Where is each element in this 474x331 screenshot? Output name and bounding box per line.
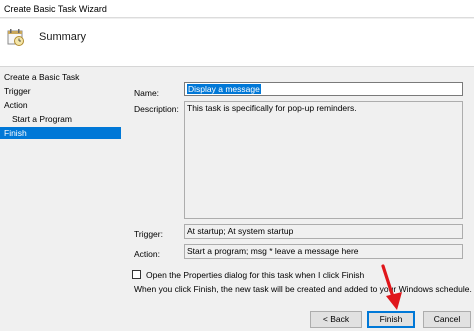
trigger-value: At startup; At system startup	[187, 226, 294, 236]
description-value: This task is specifically for pop-up rem…	[187, 103, 357, 113]
name-label: Name:	[134, 88, 160, 98]
action-value: Start a program; msg * leave a message h…	[187, 246, 359, 256]
window-title: Create Basic Task Wizard	[4, 4, 107, 14]
description-label: Description:	[134, 104, 179, 114]
finish-button[interactable]: Finish	[367, 311, 415, 328]
cancel-button[interactable]: Cancel	[423, 311, 471, 328]
page-heading: Summary	[39, 31, 87, 43]
wizard-header: Summary	[0, 19, 474, 67]
trigger-label: Trigger:	[134, 229, 163, 239]
nav-step-action[interactable]: Action	[4, 99, 28, 111]
title-bar: Create Basic Task Wizard	[0, 0, 474, 18]
back-button[interactable]: < Back	[310, 311, 362, 328]
description-field[interactable]: This task is specifically for pop-up rem…	[184, 101, 463, 219]
action-label: Action:	[134, 249, 160, 259]
wizard-steps-nav: Create a Basic Task Trigger Action Start…	[0, 68, 124, 331]
name-field[interactable]: Display a message	[184, 82, 463, 96]
task-clock-icon	[7, 29, 24, 46]
nav-step-create-basic-task[interactable]: Create a Basic Task	[4, 71, 79, 83]
nav-step-trigger[interactable]: Trigger	[4, 85, 31, 97]
finish-info-text: When you click Finish, the new task will…	[134, 284, 472, 294]
summary-panel: Name: Display a message Description: Thi…	[124, 68, 474, 331]
open-properties-checkbox[interactable]	[132, 270, 141, 279]
action-field[interactable]: Start a program; msg * leave a message h…	[184, 244, 463, 259]
trigger-field[interactable]: At startup; At system startup	[184, 224, 463, 239]
name-value: Display a message	[187, 84, 261, 94]
open-properties-label[interactable]: Open the Properties dialog for this task…	[146, 270, 364, 280]
nav-step-start-a-program[interactable]: Start a Program	[12, 113, 72, 125]
nav-step-finish[interactable]: Finish	[0, 127, 121, 139]
